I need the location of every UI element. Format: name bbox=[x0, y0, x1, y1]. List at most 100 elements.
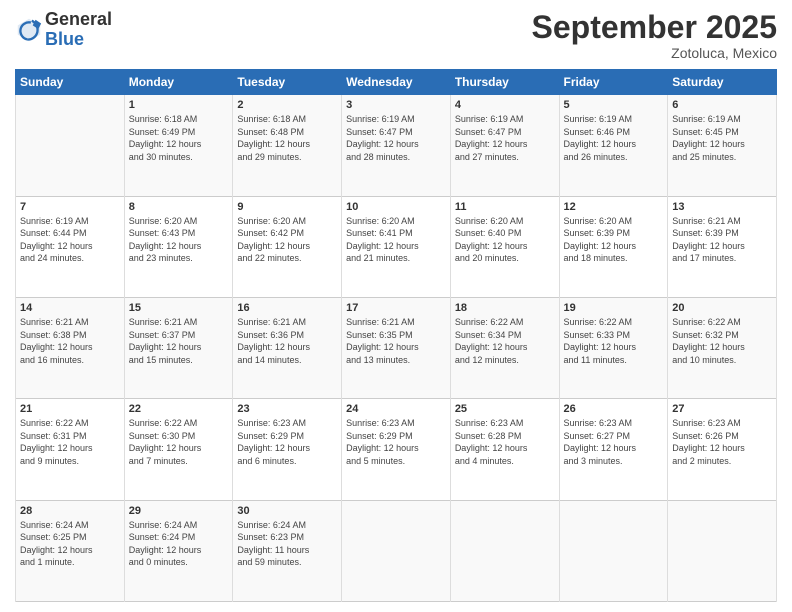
header-cell-thursday: Thursday bbox=[450, 70, 559, 95]
cell-content: Sunrise: 6:20 AMSunset: 6:42 PMDaylight:… bbox=[237, 215, 337, 265]
calendar-cell: 19 Sunrise: 6:22 AMSunset: 6:33 PMDayligh… bbox=[559, 297, 668, 398]
calendar-cell: 21Sunrise: 6:22 AMSunset: 6:31 PMDayligh… bbox=[16, 399, 125, 500]
calendar-cell: 11 Sunrise: 6:20 AMSunset: 6:40 PMDayligh… bbox=[450, 196, 559, 297]
cell-content: Sunrise: 6:21 AMSunset: 6:36 PMDaylight:… bbox=[237, 316, 337, 366]
calendar-cell bbox=[16, 95, 125, 196]
cell-content: Sunrise: 6:24 AMSunset: 6:23 PMDaylight:… bbox=[237, 519, 337, 569]
cell-content: Sunrise: 6:20 AMSunset: 6:43 PMDaylight:… bbox=[129, 215, 229, 265]
logo-blue: Blue bbox=[45, 29, 84, 49]
calendar-cell: 23 Sunrise: 6:23 AMSunset: 6:29 PMDayligh… bbox=[233, 399, 342, 500]
logo: General Blue bbox=[15, 10, 112, 50]
calendar-cell bbox=[668, 500, 777, 601]
calendar-body: 1 Sunrise: 6:18 AMSunset: 6:49 PMDaylight… bbox=[16, 95, 777, 602]
day-number: 14 bbox=[20, 302, 120, 314]
day-number: 22 bbox=[129, 403, 229, 415]
day-number: 13 bbox=[672, 201, 772, 213]
day-number: 1 bbox=[129, 99, 229, 111]
logo-general: General bbox=[45, 9, 112, 29]
day-number: 28 bbox=[20, 505, 120, 517]
week-row-5: 28 Sunrise: 6:24 AMSunset: 6:25 PMDayligh… bbox=[16, 500, 777, 601]
cell-content: Sunrise: 6:24 AMSunset: 6:25 PMDaylight:… bbox=[20, 519, 120, 569]
calendar-cell: 8 Sunrise: 6:20 AMSunset: 6:43 PMDaylight… bbox=[124, 196, 233, 297]
page: General Blue September 2025 Zotoluca, Me… bbox=[0, 0, 792, 612]
cell-content: Sunrise: 6:20 AMSunset: 6:39 PMDaylight:… bbox=[564, 215, 664, 265]
cell-content: Sunrise: 6:19 AMSunset: 6:45 PMDaylight:… bbox=[672, 113, 772, 163]
calendar-cell: 20 Sunrise: 6:22 AMSunset: 6:32 PMDayligh… bbox=[668, 297, 777, 398]
cell-content: Sunrise: 6:23 AMSunset: 6:26 PMDaylight:… bbox=[672, 417, 772, 467]
day-number: 23 bbox=[237, 403, 337, 415]
day-number: 9 bbox=[237, 201, 337, 213]
calendar-cell: 16 Sunrise: 6:21 AMSunset: 6:36 PMDayligh… bbox=[233, 297, 342, 398]
day-number: 18 bbox=[455, 302, 555, 314]
cell-content: Sunrise: 6:23 AMSunset: 6:29 PMDaylight:… bbox=[346, 417, 446, 467]
calendar-cell: 25 Sunrise: 6:23 AMSunset: 6:28 PMDayligh… bbox=[450, 399, 559, 500]
calendar-cell: 29 Sunrise: 6:24 AMSunset: 6:24 PMDayligh… bbox=[124, 500, 233, 601]
week-row-1: 1 Sunrise: 6:18 AMSunset: 6:49 PMDaylight… bbox=[16, 95, 777, 196]
month-title: September 2025 bbox=[532, 10, 777, 45]
cell-content: Sunrise: 6:18 AMSunset: 6:49 PMDaylight:… bbox=[129, 113, 229, 163]
cell-content: Sunrise: 6:23 AMSunset: 6:27 PMDaylight:… bbox=[564, 417, 664, 467]
calendar-cell: 10 Sunrise: 6:20 AMSunset: 6:41 PMDayligh… bbox=[342, 196, 451, 297]
day-number: 27 bbox=[672, 403, 772, 415]
day-number: 29 bbox=[129, 505, 229, 517]
calendar-cell: 1 Sunrise: 6:18 AMSunset: 6:49 PMDaylight… bbox=[124, 95, 233, 196]
calendar-cell: 26Sunrise: 6:23 AMSunset: 6:27 PMDayligh… bbox=[559, 399, 668, 500]
calendar-cell: 27 Sunrise: 6:23 AMSunset: 6:26 PMDayligh… bbox=[668, 399, 777, 500]
day-number: 24 bbox=[346, 403, 446, 415]
calendar-cell: 5Sunrise: 6:19 AMSunset: 6:46 PMDaylight… bbox=[559, 95, 668, 196]
cell-content: Sunrise: 6:21 AMSunset: 6:39 PMDaylight:… bbox=[672, 215, 772, 265]
cell-content: Sunrise: 6:18 AMSunset: 6:48 PMDaylight:… bbox=[237, 113, 337, 163]
calendar-cell: 24 Sunrise: 6:23 AMSunset: 6:29 PMDayligh… bbox=[342, 399, 451, 500]
calendar-header: SundayMondayTuesdayWednesdayThursdayFrid… bbox=[16, 70, 777, 95]
calendar-cell: 22 Sunrise: 6:22 AMSunset: 6:30 PMDayligh… bbox=[124, 399, 233, 500]
cell-content: Sunrise: 6:20 AMSunset: 6:40 PMDaylight:… bbox=[455, 215, 555, 265]
logo-text: General Blue bbox=[45, 10, 112, 50]
header-row: SundayMondayTuesdayWednesdayThursdayFrid… bbox=[16, 70, 777, 95]
cell-content: Sunrise: 6:22 AMSunset: 6:30 PMDaylight:… bbox=[129, 417, 229, 467]
cell-content: Sunrise: 6:24 AMSunset: 6:24 PMDaylight:… bbox=[129, 519, 229, 569]
header-cell-friday: Friday bbox=[559, 70, 668, 95]
header-cell-wednesday: Wednesday bbox=[342, 70, 451, 95]
header-cell-monday: Monday bbox=[124, 70, 233, 95]
day-number: 2 bbox=[237, 99, 337, 111]
day-number: 20 bbox=[672, 302, 772, 314]
calendar-cell: 4Sunrise: 6:19 AMSunset: 6:47 PMDaylight… bbox=[450, 95, 559, 196]
day-number: 21 bbox=[20, 403, 120, 415]
cell-content: Sunrise: 6:21 AMSunset: 6:37 PMDaylight:… bbox=[129, 316, 229, 366]
cell-content: Sunrise: 6:22 AMSunset: 6:34 PMDaylight:… bbox=[455, 316, 555, 366]
location: Zotoluca, Mexico bbox=[532, 45, 777, 61]
cell-content: Sunrise: 6:22 AMSunset: 6:32 PMDaylight:… bbox=[672, 316, 772, 366]
day-number: 8 bbox=[129, 201, 229, 213]
cell-content: Sunrise: 6:23 AMSunset: 6:28 PMDaylight:… bbox=[455, 417, 555, 467]
calendar-cell: 2 Sunrise: 6:18 AMSunset: 6:48 PMDaylight… bbox=[233, 95, 342, 196]
calendar-cell: 15Sunrise: 6:21 AMSunset: 6:37 PMDayligh… bbox=[124, 297, 233, 398]
cell-content: Sunrise: 6:23 AMSunset: 6:29 PMDaylight:… bbox=[237, 417, 337, 467]
cell-content: Sunrise: 6:19 AMSunset: 6:47 PMDaylight:… bbox=[346, 113, 446, 163]
calendar-cell: 14Sunrise: 6:21 AMSunset: 6:38 PMDayligh… bbox=[16, 297, 125, 398]
day-number: 25 bbox=[455, 403, 555, 415]
calendar-cell: 7Sunrise: 6:19 AMSunset: 6:44 PMDaylight… bbox=[16, 196, 125, 297]
day-number: 6 bbox=[672, 99, 772, 111]
day-number: 3 bbox=[346, 99, 446, 111]
calendar-cell bbox=[342, 500, 451, 601]
day-number: 11 bbox=[455, 201, 555, 213]
calendar-cell bbox=[450, 500, 559, 601]
cell-content: Sunrise: 6:22 AMSunset: 6:33 PMDaylight:… bbox=[564, 316, 664, 366]
day-number: 17 bbox=[346, 302, 446, 314]
calendar-cell: 17Sunrise: 6:21 AMSunset: 6:35 PMDayligh… bbox=[342, 297, 451, 398]
day-number: 4 bbox=[455, 99, 555, 111]
day-number: 19 bbox=[564, 302, 664, 314]
day-number: 10 bbox=[346, 201, 446, 213]
header: General Blue September 2025 Zotoluca, Me… bbox=[15, 10, 777, 61]
week-row-2: 7Sunrise: 6:19 AMSunset: 6:44 PMDaylight… bbox=[16, 196, 777, 297]
day-number: 7 bbox=[20, 201, 120, 213]
logo-icon bbox=[15, 16, 43, 44]
day-number: 12 bbox=[564, 201, 664, 213]
calendar-table: SundayMondayTuesdayWednesdayThursdayFrid… bbox=[15, 69, 777, 602]
week-row-3: 14Sunrise: 6:21 AMSunset: 6:38 PMDayligh… bbox=[16, 297, 777, 398]
day-number: 16 bbox=[237, 302, 337, 314]
day-number: 5 bbox=[564, 99, 664, 111]
title-block: September 2025 Zotoluca, Mexico bbox=[532, 10, 777, 61]
calendar-cell: 3 Sunrise: 6:19 AMSunset: 6:47 PMDaylight… bbox=[342, 95, 451, 196]
cell-content: Sunrise: 6:20 AMSunset: 6:41 PMDaylight:… bbox=[346, 215, 446, 265]
